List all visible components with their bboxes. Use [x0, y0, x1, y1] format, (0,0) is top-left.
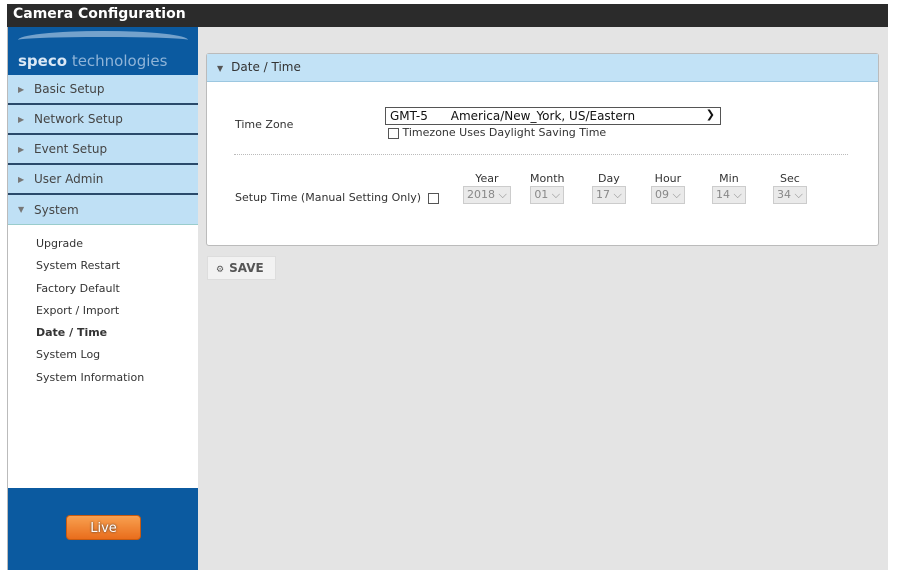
- year-select[interactable]: 2018 ⌵: [463, 186, 511, 204]
- timezone-label: Time Zone: [235, 118, 294, 131]
- save-button[interactable]: ⚙ SAVE: [207, 256, 276, 280]
- sidebar-item-event-setup[interactable]: ▶ Event Setup: [8, 135, 198, 165]
- min-label: Min: [719, 172, 739, 185]
- caret-down-icon: ▼: [18, 205, 25, 214]
- submenu-date-time[interactable]: Date / Time: [36, 326, 198, 348]
- chevron-down-icon: ❯: [705, 108, 715, 121]
- logo-text: technologies: [67, 52, 168, 70]
- sidebar: speco technologies ▶ Basic Setup ▶ Network…: [7, 27, 199, 570]
- live-button[interactable]: Live: [66, 515, 141, 540]
- sec-select[interactable]: 34 ⌵: [773, 186, 807, 204]
- timezone-value: GMT-5 America/New_York, US/Eastern: [390, 109, 636, 123]
- dst-label: Timezone Uses Daylight Saving Time: [402, 126, 607, 139]
- submenu-system-log[interactable]: System Log: [36, 348, 198, 370]
- submenu-export-import[interactable]: Export / Import: [36, 304, 198, 326]
- main-content: ▼ Date / Time Time Zone GMT-5 America/New…: [198, 27, 888, 570]
- sec-label: Sec: [780, 172, 800, 185]
- hour-label: Hour: [654, 172, 682, 185]
- timezone-select[interactable]: GMT-5 America/New_York, US/Eastern ❯: [385, 107, 721, 125]
- caret-right-icon: ▶: [18, 144, 25, 154]
- caret-right-icon: ▶: [18, 174, 25, 184]
- caret-right-icon: ▶: [18, 84, 25, 94]
- menu-label: Basic Setup: [34, 82, 105, 96]
- panel-header[interactable]: ▼ Date / Time: [207, 54, 878, 82]
- date-time-panel: ▼ Date / Time Time Zone GMT-5 America/New…: [206, 53, 879, 246]
- menu-label: User Admin: [34, 172, 104, 186]
- speco-logo: speco technologies: [8, 27, 198, 75]
- setup-time-checkbox[interactable]: [428, 192, 440, 204]
- gear-icon: ⚙: [216, 265, 225, 275]
- hour-select[interactable]: 09 ⌵: [651, 186, 685, 204]
- panel-title: Date / Time: [231, 60, 301, 74]
- dst-checkbox[interactable]: [388, 127, 399, 139]
- submenu-system-restart[interactable]: System Restart: [36, 259, 198, 281]
- divider: [234, 154, 848, 155]
- sidebar-item-network-setup[interactable]: ▶ Network Setup: [8, 105, 198, 135]
- sidebar-item-user-admin[interactable]: ▶ User Admin: [8, 165, 198, 195]
- day-label: Day: [598, 172, 620, 185]
- sidebar-item-system[interactable]: ▼ System: [8, 195, 198, 225]
- year-label: Year: [475, 172, 499, 185]
- menu-label: Event Setup: [34, 142, 108, 156]
- day-select[interactable]: 17 ⌵: [592, 186, 626, 204]
- min-select[interactable]: 14 ⌵: [712, 186, 746, 204]
- window-title: Camera Configuration: [7, 4, 888, 27]
- submenu-factory-default[interactable]: Factory Default: [36, 282, 198, 304]
- system-submenu: Upgrade System Restart Factory Default E…: [8, 225, 198, 490]
- menu-label: System: [34, 202, 79, 217]
- caret-right-icon: ▶: [18, 114, 25, 124]
- sidebar-item-basic-setup[interactable]: ▶ Basic Setup: [8, 75, 198, 105]
- logo-text-bold: speco: [18, 52, 68, 70]
- caret-down-icon: ▼: [217, 64, 224, 73]
- menu-label: Network Setup: [34, 112, 123, 126]
- setup-time-label: Setup Time (Manual Setting Only): [235, 191, 422, 204]
- sidebar-footer: Live: [8, 488, 199, 570]
- submenu-system-information[interactable]: System Information: [36, 371, 198, 393]
- month-label: Month: [530, 172, 565, 185]
- month-select[interactable]: 01 ⌵: [530, 186, 565, 204]
- save-label: SAVE: [229, 261, 264, 275]
- submenu-upgrade[interactable]: Upgrade: [36, 237, 198, 259]
